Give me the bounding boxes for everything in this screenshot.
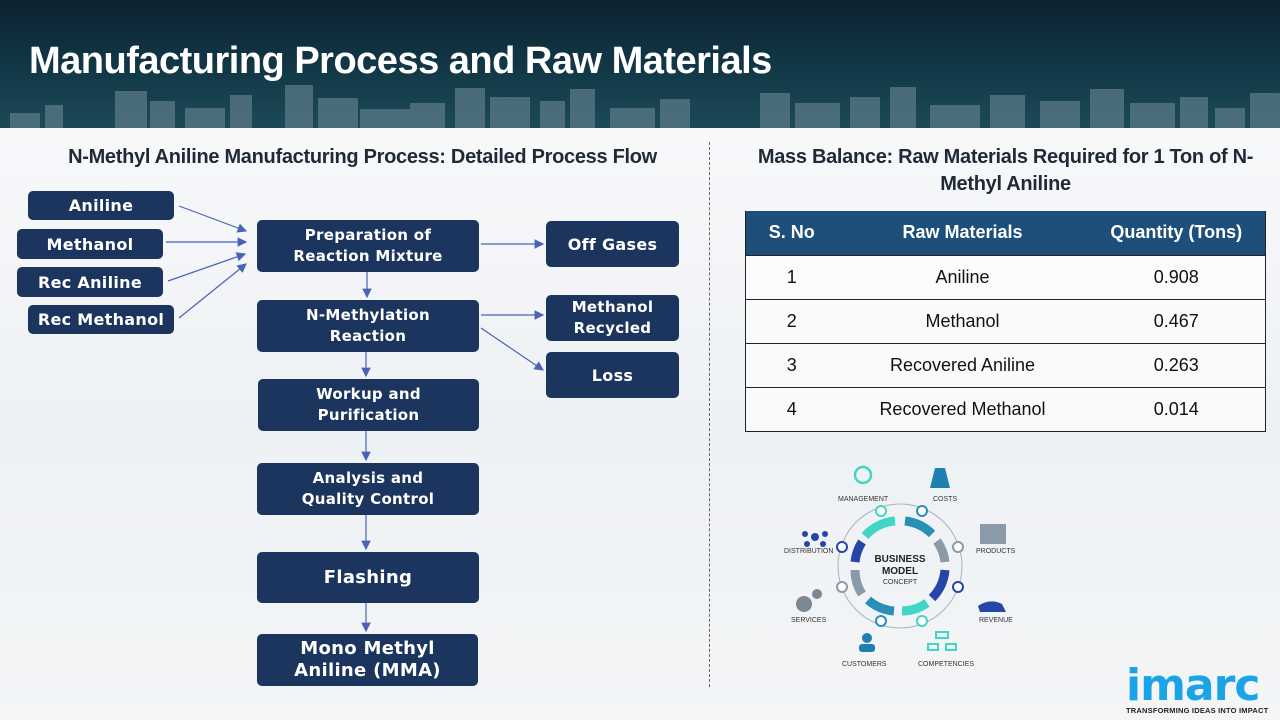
table-row: 4 Recovered Methanol 0.014 [745, 386, 1266, 431]
bm-center-line1: BUSINESS [874, 554, 925, 565]
competencies-icon [927, 631, 957, 651]
cell-sno: 1 [745, 254, 838, 299]
step-analysis: Analysis and Quality Control [257, 463, 479, 515]
management-icon [853, 465, 873, 485]
table-row: 1 Aniline 0.908 [745, 254, 1266, 299]
cell-quantity: 0.467 [1087, 298, 1266, 343]
step-mma-product: Mono Methyl Aniline (MMA) [257, 634, 478, 686]
column-header-raw-materials: Raw Materials [837, 211, 1088, 255]
step-n-methylation: N-Methylation Reaction [257, 300, 479, 352]
step-flashing: Flashing [257, 552, 479, 603]
input-rec-methanol: Rec Methanol [28, 305, 174, 334]
bm-label-customers: CUSTOMERS [842, 661, 887, 668]
section-divider [709, 142, 710, 687]
bm-label-revenue: REVENUE [979, 617, 1013, 624]
bm-label-competencies: COMPETENCIES [918, 661, 975, 668]
logo-wordmark: imarc [1126, 660, 1260, 711]
customers-icon [859, 633, 875, 652]
cell-quantity: 0.014 [1087, 386, 1266, 431]
city-skyline-graphic [10, 85, 1280, 128]
process-flow-title: N-Methyl Aniline Manufacturing Process: … [68, 146, 657, 168]
table-header-row: S. No Raw Materials Quantity (Tons) [745, 211, 1266, 255]
input-rec-aniline: Rec Aniline [17, 267, 163, 297]
cell-sno: 2 [745, 298, 838, 343]
input-aniline: Aniline [28, 191, 174, 220]
mass-balance-table: S. No Raw Materials Quantity (Tons) 1 An… [745, 211, 1266, 432]
page-title: Manufacturing Process and Raw Materials [29, 40, 772, 82]
distribution-icon [802, 531, 828, 547]
cell-material: Methanol [837, 298, 1088, 343]
revenue-icon [978, 601, 1006, 612]
cell-material: Aniline [837, 254, 1088, 299]
bm-label-distribution: DISTRIBUTION [784, 548, 834, 555]
services-icon [796, 589, 822, 612]
cell-quantity: 0.908 [1087, 254, 1266, 299]
output-methanol-recycled: Methanol Recycled [546, 295, 679, 341]
cell-sno: 3 [745, 342, 838, 387]
step-preparation: Preparation of Reaction Mixture [257, 220, 479, 272]
products-icon [980, 524, 1006, 544]
bm-label-management: MANAGEMENT [838, 496, 889, 503]
cell-quantity: 0.263 [1087, 342, 1266, 387]
cell-sno: 4 [745, 386, 838, 431]
imarc-logo: imarc TRANSFORMING IDEAS INTO IMPACT [1124, 654, 1274, 718]
bm-center-line2: MODEL [882, 566, 918, 577]
mass-balance-title: Mass Balance: Raw Materials Required for… [757, 146, 1254, 195]
table-row: 3 Recovered Aniline 0.263 [745, 342, 1266, 387]
bm-center-line3: CONCEPT [883, 579, 918, 586]
column-header-quantity: Quantity (Tons) [1087, 211, 1266, 255]
business-model-graphic: BUSINESS MODEL CONCEPT MANAGEMENT COSTS … [780, 458, 1020, 673]
bm-label-costs: COSTS [933, 496, 958, 503]
costs-icon [930, 468, 950, 488]
logo-tagline: TRANSFORMING IDEAS INTO IMPACT [1126, 706, 1269, 715]
cell-material: Recovered Methanol [837, 386, 1088, 431]
input-methanol: Methanol [17, 229, 163, 259]
column-header-sno: S. No [745, 211, 838, 255]
bm-label-services: SERVICES [791, 617, 827, 624]
output-loss: Loss [546, 352, 679, 398]
output-off-gases: Off Gases [546, 221, 679, 267]
bm-label-products: PRODUCTS [976, 548, 1016, 555]
table-row: 2 Methanol 0.467 [745, 298, 1266, 343]
header-banner: Manufacturing Process and Raw Materials [0, 0, 1280, 128]
step-workup: Workup and Purification [258, 379, 479, 431]
cell-material: Recovered Aniline [837, 342, 1088, 387]
